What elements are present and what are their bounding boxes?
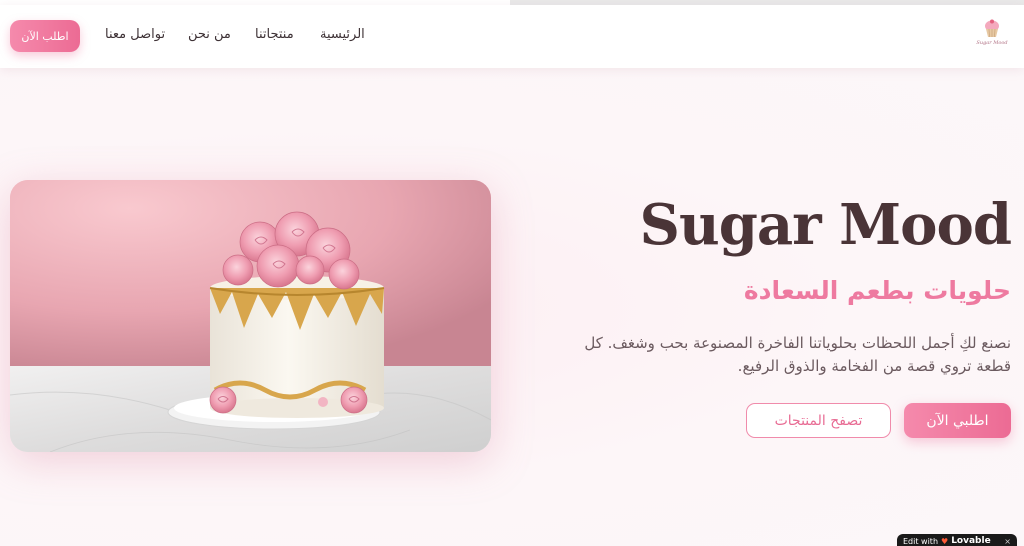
hero-cake-image — [10, 180, 491, 452]
close-icon[interactable]: × — [1004, 537, 1011, 546]
cupcake-icon — [985, 19, 999, 38]
nav-link-home[interactable]: الرئيسية — [320, 27, 365, 42]
nav-link-contact[interactable]: تواصل معنا — [105, 27, 165, 42]
edit-with-lovable-badge[interactable]: Edit with ♥ Lovable × — [897, 534, 1017, 546]
logo[interactable]: Sugar Mood — [976, 19, 1008, 53]
badge-brand: Lovable — [951, 536, 991, 546]
nav-link-about[interactable]: من نحن — [188, 27, 231, 42]
navbar: اطلب الآن تواصل معنا من نحن منتجاتنا الر… — [0, 5, 1024, 68]
hero-tagline: حلويات بطعم السعادة — [743, 276, 1011, 305]
cake-illustration — [10, 180, 491, 452]
badge-prefix: Edit with — [903, 536, 939, 546]
lovable-heart-icon: ♥ — [941, 536, 949, 546]
browse-products-button[interactable]: تصفح المنتجات — [746, 403, 891, 438]
logo-text: Sugar Mood — [976, 40, 1008, 46]
hero-title: Sugar Mood — [639, 192, 1012, 258]
hero-description: نصنع لكِ أجمل اللحظات بحلوياتنا الفاخرة … — [584, 334, 1011, 375]
header-order-button[interactable]: اطلب الآن — [10, 20, 80, 52]
order-now-button[interactable]: اطلبي الآن — [904, 403, 1011, 438]
nav-link-products[interactable]: منتجاتنا — [255, 27, 294, 42]
